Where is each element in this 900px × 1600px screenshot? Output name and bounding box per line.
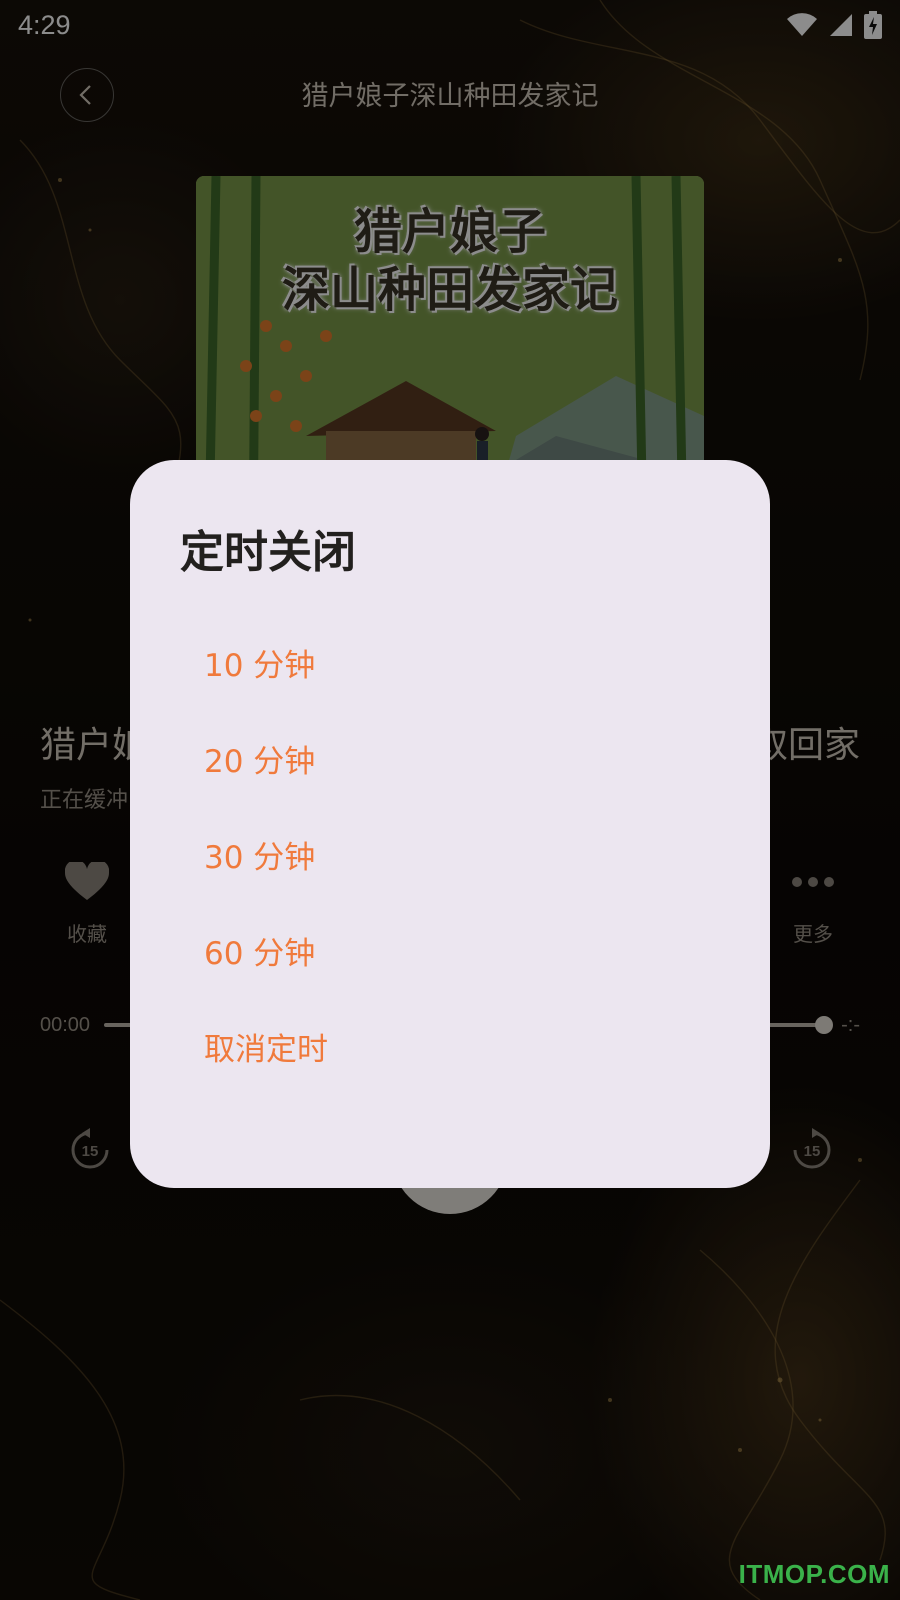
option-10-min[interactable]: 10 分钟 — [180, 614, 720, 710]
sleep-timer-dialog: 定时关闭 10 分钟 20 分钟 30 分钟 60 分钟 取消定时 — [130, 460, 770, 1188]
option-30-min[interactable]: 30 分钟 — [180, 806, 720, 902]
option-20-min[interactable]: 20 分钟 — [180, 710, 720, 806]
dialog-title: 定时关闭 — [180, 527, 356, 578]
option-cancel-timer[interactable]: 取消定时 — [180, 998, 720, 1094]
option-60-min[interactable]: 60 分钟 — [180, 902, 720, 998]
watermark: ITMOP.COM — [738, 1559, 890, 1589]
